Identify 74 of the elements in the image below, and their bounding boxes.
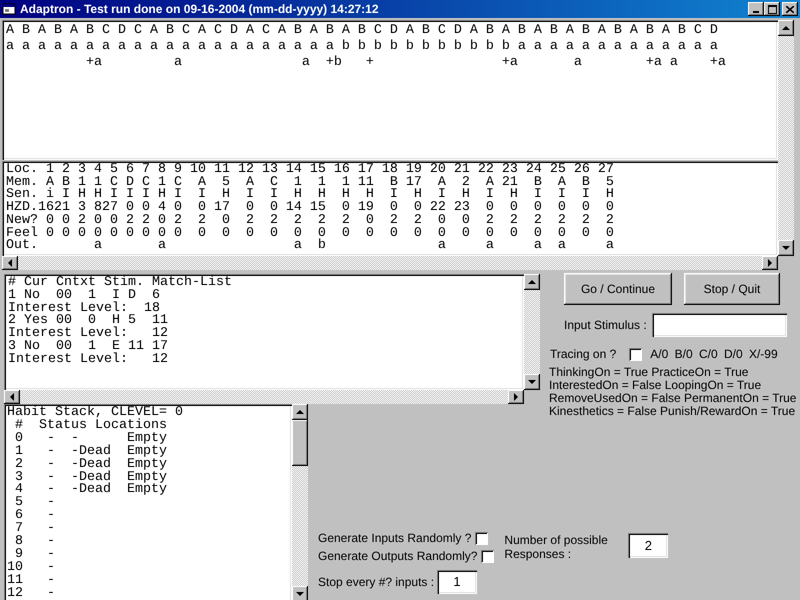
minimize-button[interactable] (748, 2, 764, 16)
settings-line: RemoveUsedOn = False PermanentOn = True (549, 392, 798, 405)
checkbox[interactable] (475, 532, 488, 544)
maximize-button[interactable] (764, 2, 780, 16)
scroll-up-button[interactable] (292, 404, 308, 420)
stop-every-label: Stop every #? inputs : (318, 574, 436, 591)
random-option-label: Generate Inputs Randomly ? (318, 530, 472, 547)
input-stimulus-field[interactable] (652, 313, 787, 337)
sequence-line: a a a a a a a a a a a a a a a a a a a a a b b b b b b b b b b b a a a a a a a a a a a a a (6, 39, 719, 55)
down-arrow-icon (782, 246, 790, 250)
stop-every-field[interactable]: 1 (437, 570, 477, 594)
memory-table-line: Mem. A B 1 1 C D C 1 C A 5 A C 1 1 1 11 B 17 A 2 A 21 B A B 5 (6, 176, 615, 190)
random-option-label: Generate Outputs Randomly? (318, 548, 478, 565)
sequence-line: +a a a +b + +a a +a a +a (84, 55, 727, 71)
habit-stack-line: 10 - (7, 562, 56, 575)
left-arrow-icon (8, 259, 12, 267)
habit-stack-line: 5 - (14, 497, 56, 510)
settings-line: InterestedOn = False LoopingOn = True (549, 379, 762, 392)
scroll-up-button[interactable] (524, 274, 540, 290)
scroll-left-button[interactable] (2, 256, 18, 270)
scroll-down-button[interactable] (778, 240, 794, 256)
close-button[interactable] (782, 2, 798, 16)
vertical-scrollbar[interactable] (292, 404, 308, 600)
match-list-line: # Cur Cntxt Stim. Match-List (8, 277, 233, 290)
habit-stack-line: 12 - (7, 588, 56, 600)
memory-table-line: Out. a a a b a a a a a (6, 240, 615, 253)
up-arrow-icon (296, 410, 304, 414)
scroll-up-button[interactable] (778, 20, 794, 36)
window-title: Adaptron - Test run done on 09-16-2004 (mm-dd-yyyy) 14:27:12 (20, 1, 380, 18)
checkbox[interactable] (481, 550, 494, 562)
settings-line: Kinesthetics = False Punish/RewardOn = True (549, 405, 796, 418)
memory-table-line: HZD.1621 3 827 0 0 4 0 0 17 0 0 14 15 0 19 0 0 22 23 0 0 0 0 0 0 (6, 202, 615, 215)
memory-table-line: Sen. i I H H I I I H I I H I I H H H H I H I H I H I I I H (6, 189, 615, 202)
close-icon (786, 6, 794, 12)
habit-stack-line: 11 - (7, 574, 56, 588)
scroll-left-button[interactable] (4, 390, 20, 404)
scroll-down-button[interactable] (524, 374, 540, 390)
horizontal-scrollbar[interactable] (2, 256, 778, 270)
habit-stack-line: 6 - (14, 510, 56, 524)
match-list-line: Interest Level: 12 (8, 328, 169, 341)
up-arrow-icon (528, 280, 536, 284)
sequence-line: A B A B A B C D C A B C A C D A C A B A B A B C D A B C D A B A B A B A B A B A B A B C D (6, 23, 719, 39)
habit-stack-line: # Status Locations (14, 420, 168, 433)
app-icon (2, 2, 16, 16)
down-arrow-icon (296, 592, 304, 596)
maximize-icon (768, 4, 776, 14)
horizontal-scrollbar[interactable] (4, 390, 524, 404)
continue-button[interactable]: Go / Continue (564, 273, 672, 305)
responses-label: Number of possible Responses : (504, 533, 609, 561)
input-stimulus-label: Input Stimulus : (564, 317, 647, 334)
quit-button[interactable]: Stop / Quit (684, 273, 780, 305)
tracing-legend: A/0 B/0 C/0 D/0 X/-99 (650, 345, 778, 363)
scroll-thumb[interactable] (292, 420, 308, 466)
right-arrow-icon (768, 259, 772, 267)
scroll-down-button[interactable] (292, 586, 308, 600)
down-arrow-icon (528, 380, 536, 384)
right-arrow-icon (514, 393, 518, 401)
settings-line: ThinkingOn = True PracticeOn = True (549, 366, 750, 379)
match-list-line: Interest Level: 12 (8, 354, 169, 367)
up-arrow-icon (782, 26, 790, 30)
checkbox[interactable] (629, 348, 642, 360)
tracing-label: Tracing on ? (550, 346, 616, 363)
habit-stack-line: 8 - (14, 536, 56, 549)
scroll-right-button[interactable] (508, 390, 524, 404)
memory-table-line: Loc. 1 2 3 4 5 6 7 8 9 10 11 12 13 14 15 16 17 18 19 20 21 22 23 24 25 26 27 (6, 164, 615, 177)
match-list-line: Interest Level: 18 (8, 302, 160, 316)
responses-field[interactable]: 2 (628, 533, 668, 558)
memory-table-line: Feel 0 0 0 0 0 0 0 0 0 0 0 0 0 0 0 0 0 0 0 0 0 0 0 0 0 0 0 (6, 228, 615, 240)
vertical-scrollbar[interactable] (778, 20, 794, 256)
vertical-scrollbar[interactable] (524, 274, 540, 390)
habit-stack-line: 9 - (14, 548, 56, 562)
habit-stack-line: 4 - -Dead Empty (14, 484, 168, 498)
habit-stack-line: 7 - (14, 523, 56, 536)
scroll-right-button[interactable] (762, 256, 778, 270)
